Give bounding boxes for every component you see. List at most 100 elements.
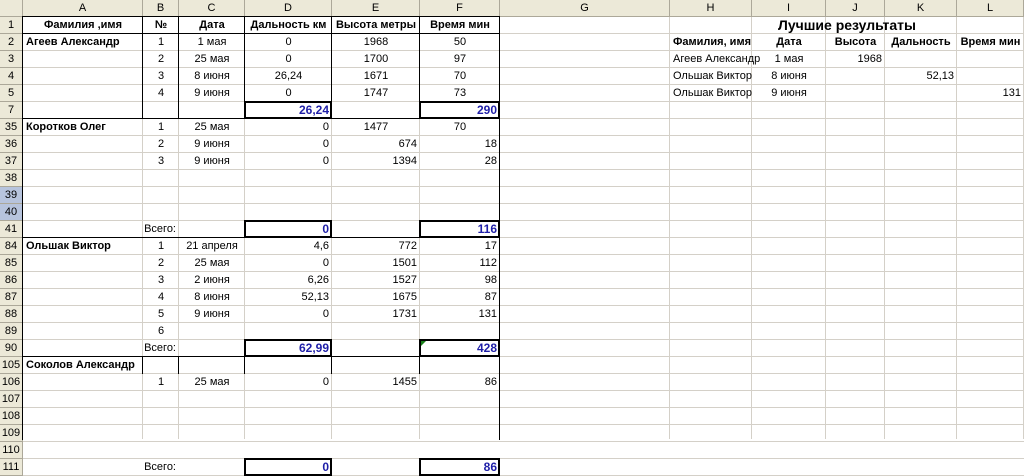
cell-E35[interactable]: 1477 (332, 119, 420, 136)
row-header-39[interactable]: 39 (0, 187, 23, 204)
row-header-85[interactable]: 85 (0, 255, 23, 272)
cell-E4[interactable]: 1671 (332, 68, 420, 85)
cell-F5[interactable]: 73 (420, 85, 500, 102)
cell-B3[interactable]: 2 (143, 51, 179, 68)
cell-E2[interactable]: 1968 (332, 34, 420, 51)
cell-J4[interactable] (826, 68, 885, 85)
cell-L2[interactable]: Время мин (957, 34, 1024, 51)
row-header-109[interactable]: 109 (0, 425, 23, 442)
row-header-2[interactable]: 2 (0, 34, 23, 51)
row-header-4[interactable]: 4 (0, 68, 23, 85)
cell-E88[interactable]: 1731 (332, 306, 420, 323)
column-header-C[interactable]: C (179, 0, 245, 17)
cell-K5[interactable] (885, 85, 957, 102)
cell-F41[interactable]: 116 (420, 221, 500, 238)
cell-E1[interactable]: Высота метры (332, 17, 420, 34)
cell-A41[interactable]: Всего: (23, 221, 179, 238)
cell-D86[interactable]: 6,26 (245, 272, 332, 289)
cell-C87[interactable]: 8 июня (179, 289, 245, 306)
cell-D36[interactable]: 0 (245, 136, 332, 153)
cell-D85[interactable]: 0 (245, 255, 332, 272)
row-header-108[interactable]: 108 (0, 408, 23, 425)
row-header-40[interactable]: 40 (0, 204, 23, 221)
cell-E85[interactable]: 1501 (332, 255, 420, 272)
cell-C35[interactable]: 25 мая (179, 119, 245, 136)
cell-F1[interactable]: Время мин (420, 17, 500, 34)
cell-B87[interactable]: 4 (143, 289, 179, 306)
cell-I3[interactable]: 1 мая (752, 51, 826, 68)
spreadsheet[interactable]: A B C D E F G H I J K L 1 2 3 4 5 7 35 36 37 38 39 40 41 84 85 86 87… (0, 0, 1024, 476)
cell-H5[interactable]: Ольшак Виктор (670, 85, 752, 102)
cell-E3[interactable]: 1700 (332, 51, 420, 68)
select-all-corner[interactable] (0, 0, 23, 17)
cell-E5[interactable]: 1747 (332, 85, 420, 102)
cell-E89[interactable] (332, 323, 420, 340)
row-header-35[interactable]: 35 (0, 119, 23, 136)
cell-C89[interactable] (179, 323, 245, 340)
cell-I2[interactable]: Дата (752, 34, 826, 51)
cell-E36[interactable]: 674 (332, 136, 420, 153)
cell-D88[interactable]: 0 (245, 306, 332, 323)
row-header-1[interactable]: 1 (0, 17, 23, 34)
cell-F3[interactable]: 97 (420, 51, 500, 68)
column-header-L[interactable]: L (957, 0, 1024, 17)
cell-C36[interactable]: 9 июня (179, 136, 245, 153)
best-results-title[interactable]: Лучшие результаты (670, 17, 1024, 34)
row-header-105[interactable]: 105 (0, 357, 23, 374)
row-header-84[interactable]: 84 (0, 238, 23, 255)
column-header-H[interactable]: H (670, 0, 752, 17)
cell-F111[interactable]: 86 (420, 459, 500, 476)
cell-J3[interactable]: 1968 (826, 51, 885, 68)
cell-D87[interactable]: 52,13 (245, 289, 332, 306)
cell-E84[interactable]: 772 (332, 238, 420, 255)
cell-B2[interactable]: 1 (143, 34, 179, 51)
cell-C106[interactable]: 25 мая (179, 374, 245, 391)
cell-C5[interactable]: 9 июня (179, 85, 245, 102)
row-header-86[interactable]: 86 (0, 272, 23, 289)
row-header-106[interactable]: 106 (0, 374, 23, 391)
cell-F36[interactable]: 18 (420, 136, 500, 153)
column-header-A[interactable]: A (23, 0, 143, 17)
cell-A105[interactable]: Соколов Александр (23, 357, 143, 374)
cell-E86[interactable]: 1527 (332, 272, 420, 289)
cell-F106[interactable]: 86 (420, 374, 500, 391)
cell-F84[interactable]: 17 (420, 238, 500, 255)
cell-L4[interactable] (957, 68, 1024, 85)
cell-K2[interactable]: Дальность (885, 34, 957, 51)
cell-D106[interactable]: 0 (245, 374, 332, 391)
cell-B85[interactable]: 2 (143, 255, 179, 272)
cell-F90[interactable]: 428 (420, 340, 500, 357)
cell-I4[interactable]: 8 июня (752, 68, 826, 85)
cell-C84[interactable]: 21 апреля (179, 238, 245, 255)
row-header-90[interactable]: 90 (0, 340, 23, 357)
error-indicator-icon[interactable] (421, 341, 426, 346)
cell-B84[interactable]: 1 (143, 238, 179, 255)
column-header-B[interactable]: B (143, 0, 179, 17)
row-header-110[interactable]: 110 (0, 442, 23, 459)
cell-C2[interactable]: 1 мая (179, 34, 245, 51)
cell-D37[interactable]: 0 (245, 153, 332, 170)
cell-F37[interactable]: 28 (420, 153, 500, 170)
cell-D7[interactable]: 26,24 (245, 102, 332, 119)
cell-L5[interactable]: 131 (957, 85, 1024, 102)
cell-F87[interactable]: 87 (420, 289, 500, 306)
row-header-88[interactable]: 88 (0, 306, 23, 323)
column-header-G[interactable]: G (500, 0, 670, 17)
cell-J5[interactable] (826, 85, 885, 102)
cell-C1[interactable]: Дата (179, 17, 245, 34)
cell-E106[interactable]: 1455 (332, 374, 420, 391)
row-header-89[interactable]: 89 (0, 323, 23, 340)
row-header-37[interactable]: 37 (0, 153, 23, 170)
cell-C86[interactable]: 2 июня (179, 272, 245, 289)
cell-C4[interactable]: 8 июня (179, 68, 245, 85)
cell-B35[interactable]: 1 (143, 119, 179, 136)
cell-B89[interactable]: 6 (143, 323, 179, 340)
cell-F88[interactable]: 131 (420, 306, 500, 323)
cell-D3[interactable]: 0 (245, 51, 332, 68)
cell-F2[interactable]: 50 (420, 34, 500, 51)
cell-C88[interactable]: 9 июня (179, 306, 245, 323)
row-header-107[interactable]: 107 (0, 391, 23, 408)
row-header-3[interactable]: 3 (0, 51, 23, 68)
cell-I5[interactable]: 9 июня (752, 85, 826, 102)
cell-D84[interactable]: 4,6 (245, 238, 332, 255)
